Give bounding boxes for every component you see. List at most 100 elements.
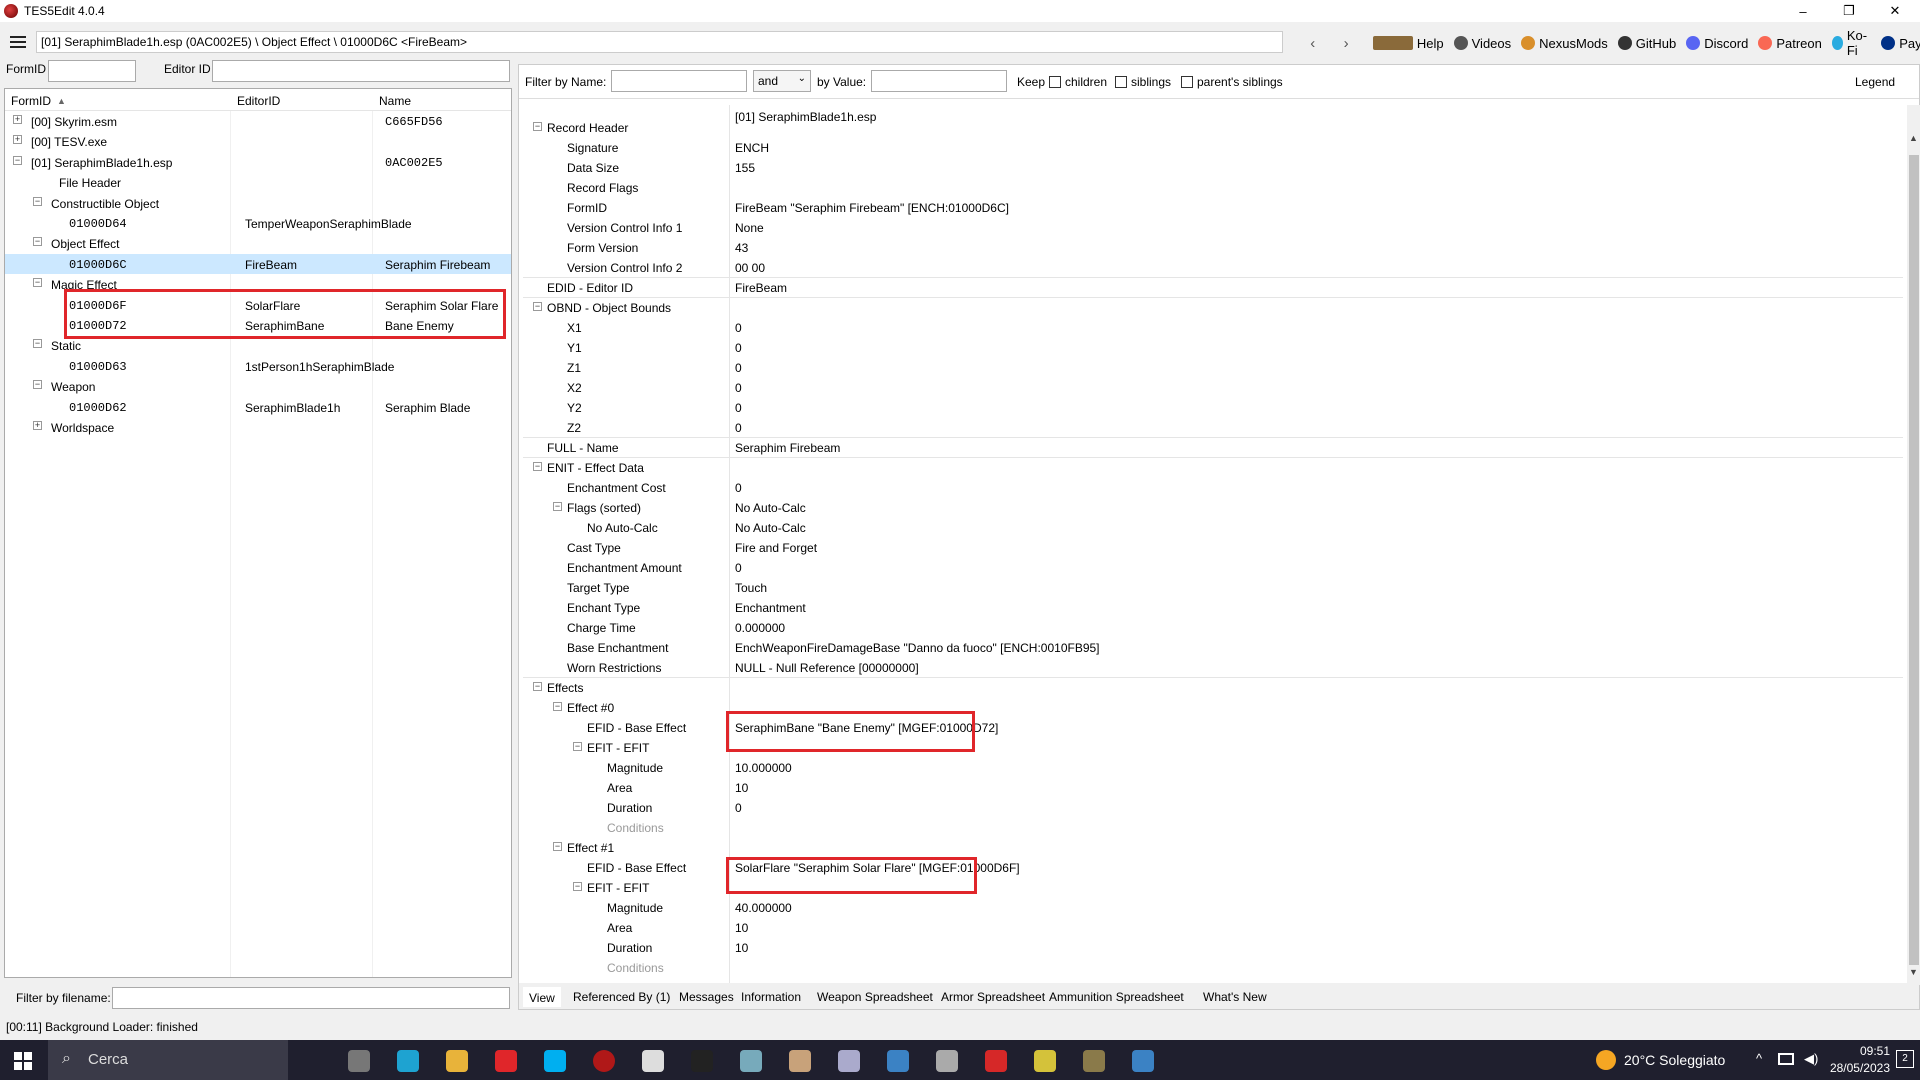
record-row[interactable]: Duration 10 — [523, 937, 1903, 957]
record-row[interactable]: Duration 0 — [523, 797, 1903, 817]
record-row[interactable]: Enchantment Amount 0 — [523, 557, 1903, 577]
tab-armor-spreadsheet[interactable]: Armor Spreadsheet — [941, 990, 1045, 1004]
window-icon[interactable] — [887, 1050, 909, 1072]
record-row[interactable]: Area 10 — [523, 917, 1903, 937]
tree-row[interactable]: File Header — [5, 172, 511, 192]
record-row[interactable]: X2 0 — [523, 377, 1903, 397]
expander-icon[interactable]: − — [33, 196, 42, 206]
filter-name-input[interactable] — [611, 70, 747, 92]
record-row[interactable]: X1 0 — [523, 317, 1903, 337]
column-name[interactable]: Name — [379, 94, 411, 108]
tree-row[interactable]: − Weapon — [5, 376, 511, 396]
tab-referenced-by-1-[interactable]: Referenced By (1) — [573, 990, 670, 1004]
record-row[interactable]: Record Flags — [523, 177, 1903, 197]
tree-row[interactable]: 01000D62 SeraphimBlade1h Seraphim Blade — [5, 397, 511, 417]
tab-view[interactable]: View — [523, 987, 561, 1007]
tool-icon[interactable] — [789, 1050, 811, 1072]
checkbox-box[interactable] — [1181, 76, 1193, 88]
clock-time[interactable]: 09:51 — [1848, 1044, 1890, 1058]
weather-text[interactable]: 20°C Soleggiato — [1624, 1052, 1725, 1068]
expander-icon[interactable]: − — [553, 502, 562, 511]
back-arrow-icon[interactable]: ‹ — [1296, 35, 1329, 52]
expander-icon[interactable]: − — [533, 122, 542, 131]
logic-select[interactable]: and ⌄ — [753, 70, 811, 92]
minimize-button[interactable]: – — [1780, 0, 1826, 22]
filename-filter-input[interactable] — [112, 987, 510, 1009]
checkbox-box[interactable] — [1115, 76, 1127, 88]
tab-weapon-spreadsheet[interactable]: Weapon Spreadsheet — [817, 990, 933, 1004]
expander-icon[interactable]: − — [33, 278, 42, 288]
tree-row[interactable]: + [00] Skyrim.esm C665FD56 — [5, 111, 511, 131]
record-row[interactable]: − Record Header — [523, 117, 1903, 137]
nav-link-ko-fi[interactable]: Ko-Fi — [1831, 28, 1871, 58]
record-row[interactable]: Version Control Info 1 None — [523, 217, 1903, 237]
scroll-up-icon[interactable]: ▲ — [1909, 133, 1918, 143]
record-row[interactable]: Z2 0 — [523, 417, 1903, 437]
forward-arrow-icon[interactable]: › — [1329, 35, 1362, 52]
parents-siblings-checkbox[interactable]: parent's siblings — [1181, 75, 1283, 89]
opera-icon[interactable] — [495, 1050, 517, 1072]
edge-icon[interactable] — [397, 1050, 419, 1072]
volume-icon[interactable]: ◀) — [1804, 1051, 1818, 1067]
arrow-app-icon[interactable] — [1083, 1050, 1105, 1072]
app-icon[interactable] — [1034, 1050, 1056, 1072]
nav-link-discord[interactable]: Discord — [1686, 28, 1748, 58]
expander-icon[interactable]: − — [533, 462, 542, 471]
nav-link-github[interactable]: GitHub — [1617, 28, 1676, 58]
children-checkbox[interactable]: children — [1049, 75, 1107, 89]
record-row[interactable]: Worn Restrictions NULL - Null Reference [… — [523, 657, 1903, 677]
expander-icon[interactable]: + — [33, 421, 42, 430]
scroll-down-icon[interactable]: ▼ — [1909, 967, 1918, 977]
windows-start-icon[interactable] — [14, 1052, 32, 1070]
filter-value-input[interactable] — [871, 70, 1007, 92]
record-row[interactable]: Version Control Info 2 00 00 — [523, 257, 1903, 277]
expander-icon[interactable]: + — [13, 135, 22, 145]
tray-chevron-icon[interactable]: ^ — [1756, 1051, 1762, 1066]
tab-what-s-new[interactable]: What's New — [1203, 990, 1267, 1004]
editorid-filter-input[interactable] — [212, 60, 510, 82]
brush-icon[interactable] — [740, 1050, 762, 1072]
siblings-checkbox[interactable]: siblings — [1115, 75, 1171, 89]
expander-icon[interactable]: − — [33, 237, 42, 247]
record-row[interactable]: − Effects — [523, 677, 1903, 697]
game-icon[interactable] — [642, 1050, 664, 1072]
column-formid[interactable]: FormID — [11, 94, 51, 108]
record-row[interactable]: Enchantment Cost 0 — [523, 477, 1903, 497]
record-row[interactable]: Base Enchantment EnchWeaponFireDamageBase… — [523, 637, 1903, 657]
record-row[interactable]: Area 10 — [523, 777, 1903, 797]
record-row[interactable]: Magnitude 40.000000 — [523, 897, 1903, 917]
expander-icon[interactable]: − — [553, 842, 562, 851]
record-row[interactable]: Y1 0 — [523, 337, 1903, 357]
record-row[interactable]: Cast Type Fire and Forget — [523, 537, 1903, 557]
skype-icon[interactable] — [544, 1050, 566, 1072]
record-row[interactable]: Z1 0 — [523, 357, 1903, 377]
checkbox-box[interactable] — [1049, 76, 1061, 88]
pen-icon[interactable] — [838, 1050, 860, 1072]
record-row[interactable]: No Auto-Calc No Auto-Calc — [523, 517, 1903, 537]
record-row[interactable]: FormID FireBeam "Seraphim Firebeam" [ENCH… — [523, 197, 1903, 217]
close-button[interactable]: ✕ — [1872, 0, 1918, 22]
column-editorid[interactable]: EditorID — [237, 94, 280, 108]
maximize-button[interactable]: ❐ — [1826, 0, 1872, 22]
nav-link-nexusmods[interactable]: NexusMods — [1521, 28, 1608, 58]
record-row[interactable]: − Effect #1 — [523, 837, 1903, 857]
record-row[interactable]: Magnitude 10.000000 — [523, 757, 1903, 777]
record-row[interactable]: EDID - Editor ID FireBeam — [523, 277, 1903, 297]
expander-icon[interactable]: − — [533, 302, 542, 311]
record-row[interactable]: Signature ENCH — [523, 137, 1903, 157]
terminal-icon[interactable] — [691, 1050, 713, 1072]
record-row[interactable]: Charge Time 0.000000 — [523, 617, 1903, 637]
record-row[interactable]: Y2 0 — [523, 397, 1903, 417]
f-app-icon[interactable] — [985, 1050, 1007, 1072]
record-row[interactable]: Form Version 43 — [523, 237, 1903, 257]
record-row[interactable]: Data Size 155 — [523, 157, 1903, 177]
tree-row[interactable]: + [00] TESV.exe — [5, 131, 511, 151]
scrollbar-thumb[interactable] — [1909, 155, 1919, 965]
record-row[interactable]: − ENIT - Effect Data — [523, 457, 1903, 477]
legend-button[interactable]: Legend — [1855, 75, 1895, 89]
clock-date[interactable]: 28/05/2023 — [1828, 1061, 1890, 1075]
record-row[interactable]: − OBND - Object Bounds — [523, 297, 1903, 317]
record-row[interactable]: Conditions — [523, 817, 1903, 837]
expander-icon[interactable]: − — [553, 702, 562, 711]
formid-filter-input[interactable] — [48, 60, 136, 82]
